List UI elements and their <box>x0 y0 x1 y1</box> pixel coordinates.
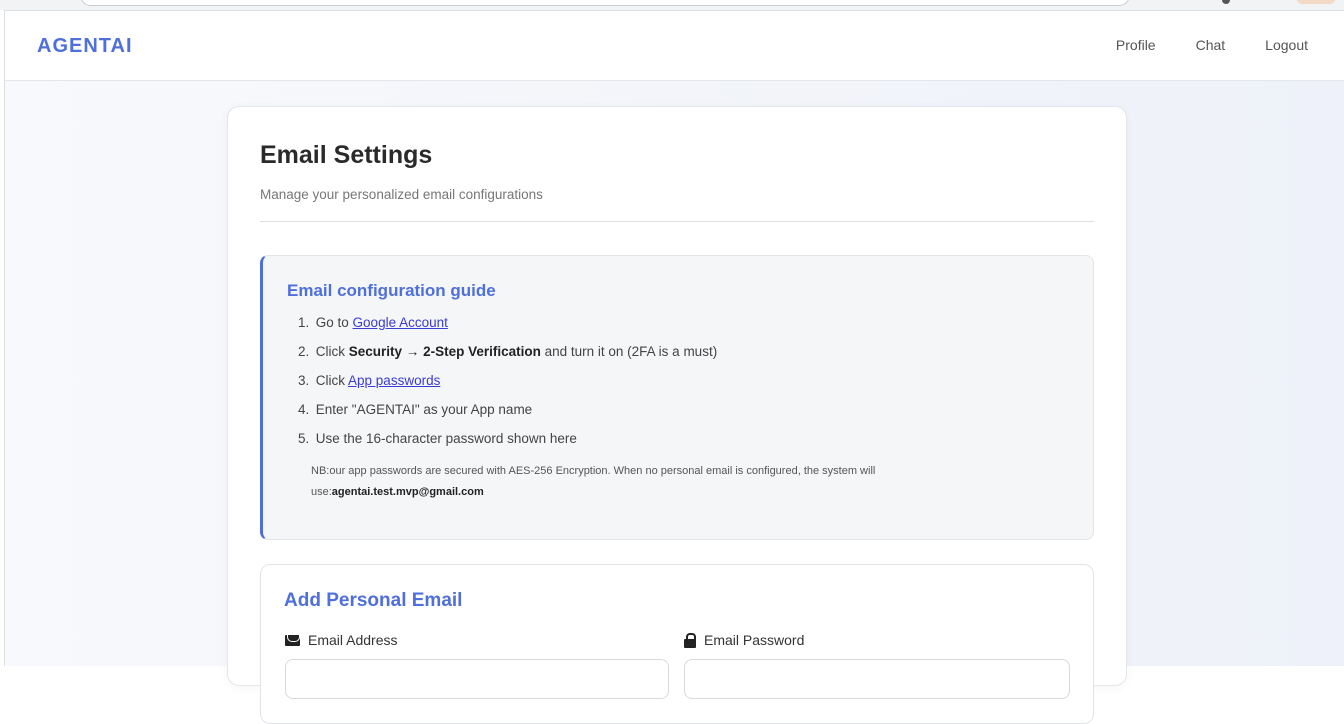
guide-title: Email configuration guide <box>287 281 496 300</box>
page-title: Email Settings <box>260 141 433 169</box>
nav-logout-link[interactable]: Logout <box>1265 37 1308 53</box>
guide-step-2: 2. Click Security → 2-Step Verification … <box>298 344 718 359</box>
envelope-icon <box>285 634 300 646</box>
lock-icon <box>684 632 696 648</box>
nav-chat-link[interactable]: Chat <box>1196 37 1226 53</box>
brand-logo[interactable]: AGENTAI <box>37 35 133 58</box>
encryption-note: NB:our app passwords are secured with AE… <box>311 465 876 498</box>
email-address-label: Email Address <box>285 632 397 648</box>
guide-step-5: 5. Use the 16-character password shown h… <box>298 431 577 446</box>
browser-extension-icon[interactable] <box>1222 0 1230 4</box>
browser-top-strip <box>0 0 1344 10</box>
browser-profile-avatar[interactable] <box>1296 0 1336 4</box>
email-address-input[interactable] <box>285 659 669 699</box>
app-passwords-link[interactable]: App passwords <box>348 373 440 388</box>
divider <box>260 221 1094 222</box>
default-system-email: agentai.test.mvp@gmail.com <box>331 486 484 498</box>
email-password-label: Email Password <box>684 632 804 648</box>
guide-step-4: 4. Enter "AGENTAI" as your App name <box>298 402 533 417</box>
configuration-guide: Email configuration guide 1. Go to Googl… <box>260 255 1094 540</box>
guide-step-3: 3. Click App passwords <box>298 373 441 388</box>
guide-steps: 1. Go to Google Account 2. Click Securit… <box>298 315 717 460</box>
page-subtitle: Manage your personalized email configura… <box>260 187 543 202</box>
guide-step-1: 1. Go to Google Account <box>298 315 448 330</box>
nav-profile-link[interactable]: Profile <box>1116 37 1156 53</box>
email-settings-card: Email Settings Manage your personalized … <box>227 106 1127 724</box>
add-personal-email-card: Add Personal Email Email Address Email P… <box>260 564 1094 724</box>
add-email-title: Add Personal Email <box>284 590 463 611</box>
email-password-input[interactable] <box>684 659 1070 699</box>
navbar: AGENTAI Profile Chat Logout <box>5 11 1344 81</box>
browser-address-bar[interactable] <box>80 0 1130 6</box>
page: AGENTAI Profile Chat Logout Email Settin… <box>4 10 1344 724</box>
nav-links: Profile Chat Logout <box>1116 37 1308 53</box>
google-account-link[interactable]: Google Account <box>353 315 448 330</box>
